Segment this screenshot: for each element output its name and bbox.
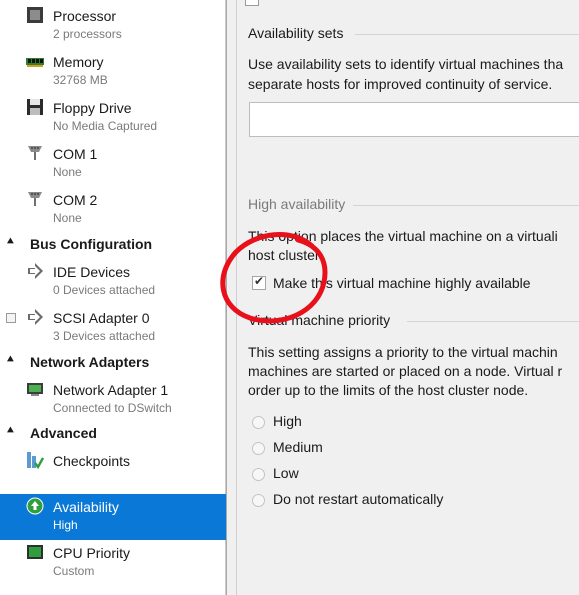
nav-item-checkpoints[interactable]: Checkpoints — [0, 448, 226, 494]
cpu-priority-label: CPU Priority — [53, 545, 131, 561]
highly-available-checkbox[interactable]: ✔ — [252, 274, 266, 290]
section-network-adapters[interactable]: ⯅ Network Adapters — [0, 351, 226, 373]
availability-sets-desc-1: Use availability sets to identify virtua… — [248, 56, 564, 72]
priority-radio-high[interactable] — [252, 416, 265, 429]
priority-radio-medium[interactable] — [252, 442, 265, 455]
scsi-label: SCSI Adapter 0 — [53, 310, 150, 326]
processor-sub: 2 processors — [53, 27, 122, 41]
ide-label: IDE Devices — [53, 264, 131, 280]
floppy-sub: No Media Captured — [53, 119, 158, 133]
expand-icon[interactable] — [6, 313, 16, 323]
nav-item-com2[interactable]: COM 2 None — [0, 187, 226, 233]
hardware-settings-tree: Processor 2 processors Memory 32768 MB F… — [0, 0, 226, 595]
high-availability-desc-2: host cluster. — [248, 247, 323, 263]
checkmark-icon: ✔ — [254, 274, 265, 288]
memory-label: Memory — [53, 54, 104, 70]
processor-label: Processor — [53, 8, 117, 24]
com2-sub: None — [53, 211, 82, 225]
nav-item-processor[interactable]: Processor 2 processors — [0, 3, 226, 49]
availability-settings-pane: Availability sets Use availability sets … — [226, 0, 579, 595]
vm-priority-desc-3: order up to the limits of the host clust… — [248, 382, 529, 398]
nav-item-ide-devices[interactable]: IDE Devices 0 Devices attached — [0, 259, 226, 305]
nav-item-scsi-adapter[interactable]: SCSI Adapter 0 3 Devices attached — [0, 305, 226, 351]
floppy-label: Floppy Drive — [53, 100, 132, 116]
availability-sets-title: Availability sets — [248, 25, 344, 41]
pane-divider — [236, 0, 237, 595]
com2-label: COM 2 — [53, 192, 98, 208]
advanced-header: Advanced — [30, 425, 97, 441]
nav-item-availability[interactable]: Availability High — [0, 494, 226, 540]
priority-option-medium[interactable]: Medium — [273, 439, 323, 455]
checkpoints-icon — [27, 452, 44, 469]
section-advanced[interactable]: ⯅ Advanced — [0, 422, 226, 444]
ide-sub: 0 Devices attached — [53, 283, 156, 297]
nav-item-floppy-drive[interactable]: Floppy Drive No Media Captured — [0, 95, 226, 141]
scsi-sub: 3 Devices attached — [53, 329, 156, 343]
nav-item-network-adapter[interactable]: Network Adapter 1 Connected to DSwitch — [0, 377, 226, 423]
com1-label: COM 1 — [53, 146, 98, 162]
collapse-chevron-icon[interactable]: ⯅ — [6, 236, 15, 249]
nav-item-cpu-priority[interactable]: CPU Priority Custom — [0, 540, 226, 586]
nav-item-memory[interactable]: Memory 32768 MB — [0, 49, 226, 95]
floppy-icon — [27, 99, 43, 115]
priority-radio-do-not-restart[interactable] — [252, 494, 265, 507]
network-adapter-icon — [27, 383, 43, 396]
ide-icon — [28, 263, 43, 279]
serial-port-icon — [28, 192, 42, 206]
highly-available-label[interactable]: Make this virtual machine highly availab… — [273, 275, 531, 291]
collapse-chevron-icon[interactable]: ⯅ — [6, 354, 15, 367]
availability-icon — [26, 497, 44, 515]
cpu-priority-icon — [27, 545, 43, 559]
checkpoints-label: Checkpoints — [53, 453, 131, 469]
group-divider — [355, 34, 579, 35]
group-divider — [407, 321, 579, 322]
bus-configuration-header: Bus Configuration — [30, 236, 153, 252]
network-adapters-header: Network Adapters — [30, 354, 150, 370]
cpu-priority-sub: Custom — [53, 564, 95, 578]
availability-label: Availability — [53, 499, 119, 515]
network-adapter-sub: Connected to DSwitch — [53, 401, 172, 415]
priority-radio-low[interactable] — [252, 468, 265, 481]
collapse-chevron-icon[interactable]: ⯅ — [6, 425, 15, 438]
priority-option-low[interactable]: Low — [273, 465, 299, 481]
availability-set-input[interactable] — [249, 102, 579, 137]
availability-sub: High — [53, 518, 78, 532]
vm-priority-title: Virtual machine priority — [248, 312, 391, 328]
vm-priority-desc-1: This setting assigns a priority to the v… — [248, 344, 558, 360]
priority-option-high[interactable]: High — [273, 413, 302, 429]
scsi-icon — [28, 309, 43, 325]
memory-sub: 32768 MB — [53, 73, 108, 87]
section-bus-configuration[interactable]: ⯅ Bus Configuration — [0, 233, 226, 255]
pane-top-control — [245, 0, 259, 6]
group-divider — [353, 205, 579, 206]
high-availability-title: High availability — [248, 196, 346, 212]
availability-sets-desc-2: separate hosts for improved continuity o… — [248, 76, 553, 92]
memory-icon — [26, 58, 44, 67]
priority-option-do-not-restart[interactable]: Do not restart automatically — [273, 491, 443, 507]
high-availability-desc-1: This option places the virtual machine o… — [248, 228, 558, 244]
nav-item-com1[interactable]: COM 1 None — [0, 141, 226, 187]
vm-priority-desc-2: machines are started or placed on a node… — [248, 363, 563, 379]
processor-icon — [27, 7, 43, 23]
serial-port-icon — [28, 146, 42, 160]
com1-sub: None — [53, 165, 82, 179]
network-adapter-label: Network Adapter 1 — [53, 382, 169, 398]
